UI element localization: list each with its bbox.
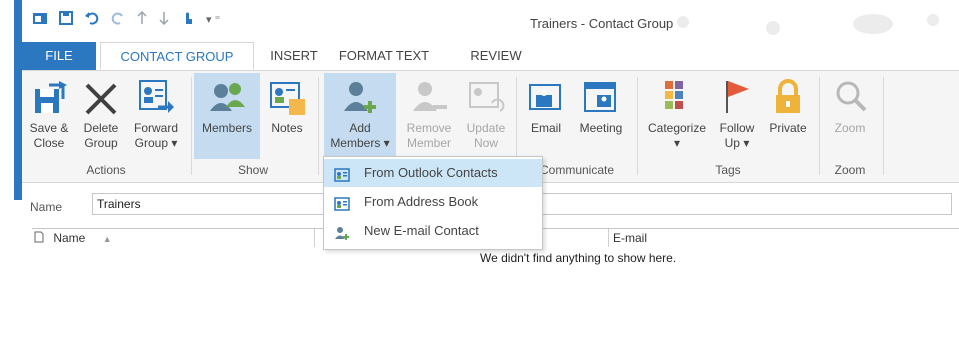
categorize-icon [657, 77, 697, 117]
update-now-label-1: Update [466, 121, 506, 135]
arrow-down-icon[interactable] [158, 10, 170, 30]
contact-group-window: ▾ ⁼ Trainers - Contact Group FILE CONTAC… [22, 0, 959, 341]
meeting-button[interactable]: Meeting [572, 73, 630, 136]
remove-member-icon [409, 77, 449, 117]
group-label-actions: Actions [86, 163, 126, 177]
menu-item-new-email-contact[interactable]: New E-mail Contact [324, 217, 542, 245]
meeting-label: Meeting [579, 121, 623, 135]
private-button[interactable]: Private [764, 73, 812, 136]
magnifier-icon [830, 77, 870, 117]
menu-item-label: New E-mail Contact [364, 223, 479, 238]
name-label: Name [30, 200, 63, 214]
notes-icon [267, 77, 307, 117]
lock-icon [768, 77, 808, 117]
menu-item-from-address-book[interactable]: From Address Book [324, 188, 542, 216]
follow-up-label-2: Up ▾ [724, 136, 750, 150]
title-bar: ▾ ⁼ Trainers - Contact Group [22, 0, 959, 40]
members-view-button[interactable]: Members [194, 73, 260, 159]
categorize-dropdown-arrow: ▾ [673, 136, 681, 150]
menu-item-label: From Outlook Contacts [364, 165, 498, 180]
empty-message: We didn't find anything to show here. [480, 251, 677, 265]
categorize-button[interactable]: Categorize ▾ [642, 73, 712, 151]
notes-view-button[interactable]: Notes [264, 73, 310, 136]
contacts-card-icon [334, 165, 350, 182]
tab-insert[interactable]: INSERT [266, 42, 322, 70]
delete-group-button[interactable]: Delete Group [78, 73, 124, 151]
menu-item-label: From Address Book [364, 194, 479, 209]
save-close-label-2: Close [33, 136, 65, 150]
sort-ascending-icon: ▲ [102, 234, 112, 244]
remove-member-label-2: Member [406, 136, 451, 150]
email-icon [526, 77, 566, 117]
redo-icon[interactable] [110, 10, 126, 30]
zoom-button[interactable]: Zoom [822, 73, 878, 136]
separator [883, 77, 884, 175]
meeting-calendar-icon [581, 77, 621, 117]
menu-item-from-outlook-contacts[interactable]: From Outlook Contacts [324, 159, 542, 187]
add-member-icon [340, 77, 380, 117]
tab-format-text[interactable]: FORMAT TEXT [336, 42, 432, 70]
column-name-label: Name [53, 231, 86, 245]
remove-member-button[interactable]: Remove Member [400, 73, 458, 151]
delete-x-icon [81, 77, 121, 117]
group-label-zoom: Zoom [834, 163, 866, 177]
decorative-background-art [677, 14, 939, 35]
update-now-icon [466, 77, 506, 117]
forward-group-icon [136, 77, 176, 117]
separator [191, 77, 192, 175]
app-icon[interactable] [32, 10, 48, 30]
categorize-label: Categorize [647, 121, 707, 135]
undo-icon[interactable] [84, 10, 100, 30]
background-window-strip [0, 0, 23, 341]
add-members-dropdown: From Outlook Contacts From Address Book … [323, 156, 543, 250]
delete-group-label-2: Group [84, 136, 118, 150]
save-close-label-1: Save & [29, 121, 69, 135]
members-label: Members [201, 121, 252, 135]
column-email-label: E-mail [613, 231, 648, 245]
email-label: Email [530, 121, 561, 135]
group-label-show: Show [237, 163, 269, 177]
group-label-tags: Tags [715, 163, 741, 177]
arrow-up-icon[interactable] [136, 10, 148, 30]
flag-icon [717, 77, 757, 117]
save-icon[interactable] [58, 10, 74, 30]
touch-mode-icon[interactable] [180, 10, 196, 30]
forward-group-button[interactable]: Forward Group ▾ [128, 73, 184, 151]
separator [637, 77, 638, 175]
remove-member-label-1: Remove [406, 121, 452, 135]
delete-group-label-1: Delete [83, 121, 119, 135]
document-icon [34, 230, 44, 248]
tab-review[interactable]: REVIEW [466, 42, 526, 70]
update-now-button[interactable]: Update Now [460, 73, 512, 151]
members-icon [207, 77, 247, 117]
add-members-button[interactable]: Add Members ▾ [324, 73, 396, 159]
column-header-email[interactable]: E-mail [608, 229, 943, 247]
private-label: Private [769, 121, 807, 135]
update-now-label-2: Now [473, 136, 498, 150]
ribbon-tabs: FILE CONTACT GROUP INSERT FORMAT TEXT RE… [22, 42, 959, 71]
customize-qat-icon[interactable]: ▾ ⁼ [206, 12, 220, 28]
new-contact-icon [334, 223, 350, 240]
save-close-button[interactable]: Save & Close [26, 73, 72, 151]
notes-label: Notes [271, 121, 303, 135]
separator [318, 77, 319, 175]
email-button[interactable]: Email [522, 73, 570, 136]
separator [819, 77, 820, 175]
tab-contact-group[interactable]: CONTACT GROUP [100, 42, 254, 70]
follow-up-label-1: Follow [719, 121, 755, 135]
zoom-label: Zoom [834, 121, 866, 135]
column-header-name[interactable]: Name ▲ [34, 229, 315, 247]
background-accent [14, 0, 22, 200]
tab-file[interactable]: FILE [22, 42, 96, 70]
add-members-label-2: Members ▾ [330, 136, 390, 150]
address-book-icon [334, 194, 350, 211]
follow-up-button[interactable]: Follow Up ▾ [714, 73, 760, 151]
forward-group-label-1: Forward [133, 121, 178, 135]
save-close-icon [29, 77, 69, 117]
add-members-label-1: Add [349, 121, 371, 135]
forward-group-label-2: Group ▾ [134, 136, 178, 150]
quick-access-toolbar: ▾ ⁼ [32, 10, 220, 30]
